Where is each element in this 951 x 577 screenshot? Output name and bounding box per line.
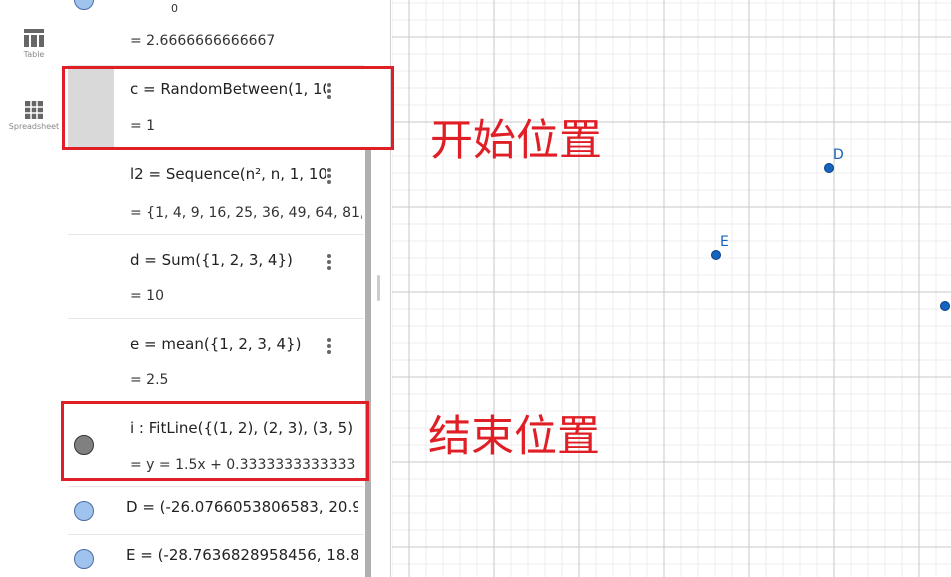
start-highlight-box	[62, 66, 394, 150]
table-button[interactable]: Table	[0, 28, 68, 59]
row-output: = 10	[130, 288, 164, 304]
algebra-row[interactable]: d = Sum({1, 2, 3, 4}) = 10	[68, 235, 364, 319]
more-icon[interactable]	[326, 166, 332, 186]
row-input[interactable]: e = mean({1, 2, 3, 4})	[130, 335, 301, 353]
point-e[interactable]	[711, 250, 721, 260]
row-output: = 2.6666666666667	[130, 33, 276, 49]
integral-lower-bound: 0	[171, 2, 178, 15]
algebra-row[interactable]: 0 = 2.6666666666667	[68, 0, 364, 66]
scrollbar[interactable]	[365, 150, 371, 577]
more-icon[interactable]	[326, 252, 332, 272]
table-label: Table	[23, 50, 45, 59]
end-label: 结束位置	[428, 412, 600, 462]
spreadsheet-icon	[25, 101, 43, 119]
row-output: = {1, 4, 9, 16, 25, 36, 49, 64, 81,	[130, 205, 362, 221]
end-highlight-box	[61, 401, 369, 481]
algebra-row[interactable]: e = mean({1, 2, 3, 4}) = 2.5	[68, 319, 364, 403]
visibility-toggle[interactable]	[74, 549, 94, 569]
algebra-row[interactable]: E = (-28.7636828958456, 18.86054	[68, 535, 364, 577]
table-icon	[24, 29, 44, 47]
row-output: = 2.5	[130, 372, 169, 388]
point-d[interactable]	[824, 163, 834, 173]
row-input[interactable]: E = (-28.7636828958456, 18.86054	[126, 546, 358, 564]
row-input[interactable]: l2 = Sequence(n², n, 1, 10)	[130, 165, 326, 183]
point-offscreen[interactable]	[940, 301, 950, 311]
grid: DE	[392, 0, 951, 577]
visibility-toggle[interactable]	[74, 501, 94, 521]
more-icon[interactable]	[326, 336, 332, 356]
row-input[interactable]: D = (-26.0766053806583, 20.91120	[126, 498, 358, 516]
algebra-row[interactable]: l2 = Sequence(n², n, 1, 10) = {1, 4, 9, …	[68, 150, 364, 235]
algebra-row[interactable]: D = (-26.0766053806583, 20.91120	[68, 487, 364, 535]
graphics-view[interactable]: DE	[392, 0, 951, 577]
left-rail: Table Spreadsheet	[0, 0, 68, 577]
panel-resize-handle[interactable]	[377, 275, 380, 301]
point-label: E	[720, 234, 729, 250]
start-label: 开始位置	[430, 116, 602, 166]
spreadsheet-button[interactable]: Spreadsheet	[0, 100, 68, 131]
spreadsheet-label: Spreadsheet	[8, 122, 60, 131]
row-input[interactable]: d = Sum({1, 2, 3, 4})	[130, 251, 293, 269]
point-label: D	[833, 147, 844, 163]
